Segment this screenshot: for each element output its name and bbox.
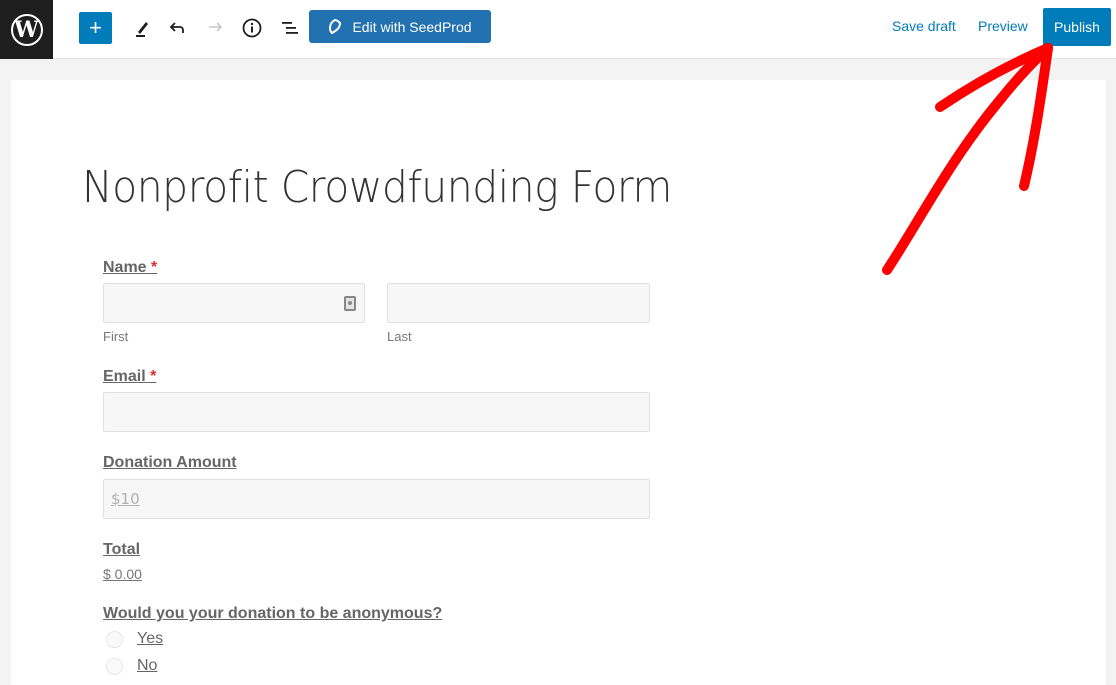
donation-amount-label: Donation Amount xyxy=(103,454,237,471)
preview-button[interactable]: Preview xyxy=(978,18,1028,34)
anonymous-question-label: Would you your donation to be anonymous? xyxy=(103,605,443,622)
email-field-label: Email * xyxy=(103,368,156,386)
seedprod-label: Edit with SeedProd xyxy=(352,18,472,35)
donation-amount-input[interactable]: $10 xyxy=(103,479,650,519)
last-name-sublabel: Last xyxy=(387,329,412,344)
details-button[interactable] xyxy=(240,12,264,44)
save-draft-button[interactable]: Save draft xyxy=(892,18,956,34)
radio-no[interactable] xyxy=(106,657,123,675)
wordpress-icon: W xyxy=(10,13,43,46)
contact-card-icon[interactable] xyxy=(344,296,356,311)
total-label: Total xyxy=(103,541,141,558)
first-name-sublabel: First xyxy=(103,329,129,344)
edit-with-seedprod-button[interactable]: Edit with SeedProd xyxy=(309,10,491,43)
email-label-text: Email xyxy=(103,368,146,385)
redo-button[interactable] xyxy=(203,12,227,44)
radio-no-label[interactable]: No xyxy=(137,657,157,675)
redo-icon xyxy=(209,22,223,32)
editor-canvas: Nonprofit Crowdfunding Form Name * First… xyxy=(11,80,1106,685)
first-name-input[interactable] xyxy=(103,283,365,323)
editor-toolbar: W + Edit with SeedProd Save draft Previe… xyxy=(0,0,1116,59)
radio-option-no[interactable]: No xyxy=(106,657,157,675)
edit-tool-button[interactable] xyxy=(131,12,155,44)
wordpress-logo[interactable]: W xyxy=(0,0,53,59)
seedprod-leaf-icon xyxy=(329,18,342,34)
undo-button[interactable] xyxy=(165,12,189,44)
last-name-input[interactable] xyxy=(387,283,650,323)
list-view-button[interactable] xyxy=(278,12,302,44)
email-input[interactable] xyxy=(103,392,650,432)
radio-option-yes[interactable]: Yes xyxy=(106,630,163,648)
pencil-icon xyxy=(136,22,148,37)
list-view-icon xyxy=(282,22,298,34)
total-value: $ 0.00 xyxy=(103,566,142,582)
undo-icon xyxy=(169,22,184,33)
required-marker: * xyxy=(150,368,157,385)
page-title[interactable]: Nonprofit Crowdfunding Form xyxy=(82,162,672,213)
name-field-label: Name * xyxy=(103,259,157,277)
donation-amount-placeholder: $10 xyxy=(111,490,140,508)
required-marker: * xyxy=(151,259,158,276)
info-icon xyxy=(242,18,262,38)
publish-button[interactable]: Publish xyxy=(1043,8,1111,46)
radio-yes-label[interactable]: Yes xyxy=(137,630,163,648)
add-block-button[interactable]: + xyxy=(79,12,112,44)
radio-yes[interactable] xyxy=(106,630,123,648)
name-label-text: Name xyxy=(103,259,147,276)
